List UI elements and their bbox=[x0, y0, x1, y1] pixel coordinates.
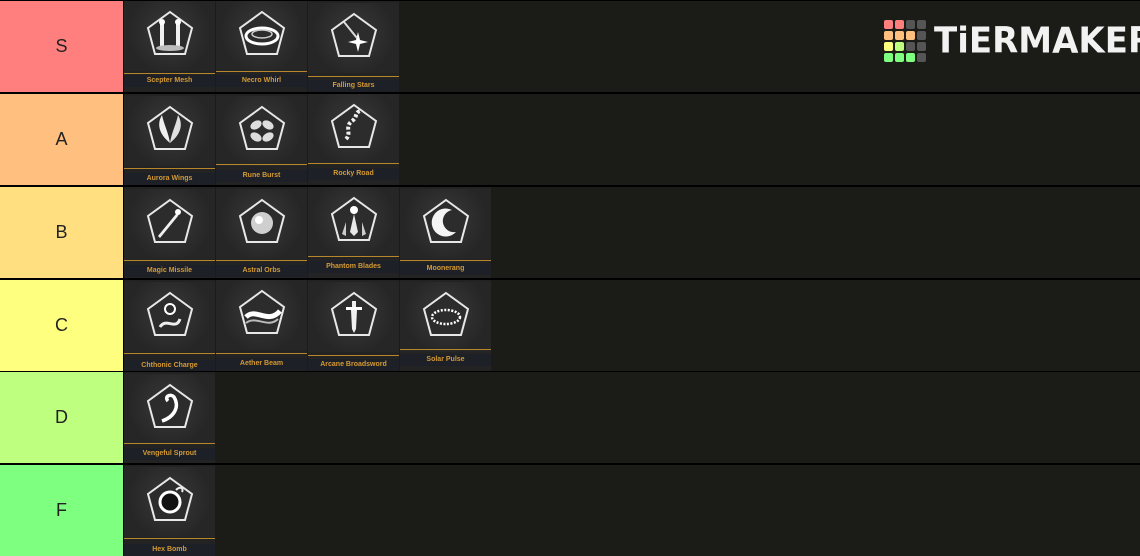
twin-scepters-icon bbox=[124, 1, 215, 71]
tier-label-s[interactable]: S bbox=[0, 1, 124, 92]
logo-grid-icon bbox=[884, 20, 926, 62]
logo-grid-cell bbox=[917, 53, 926, 62]
logo-grid-cell bbox=[884, 20, 893, 29]
item-caption: Falling Stars bbox=[308, 80, 399, 92]
rocky-trail-icon bbox=[308, 94, 399, 164]
logo-grid-cell bbox=[917, 20, 926, 29]
tier-item[interactable]: Aether Beam bbox=[216, 280, 307, 371]
item-caption: Phantom Blades bbox=[308, 261, 399, 273]
logo-grid-cell bbox=[884, 53, 893, 62]
logo-grid-cell bbox=[895, 20, 904, 29]
item-caption: Necro Whirl bbox=[216, 75, 307, 87]
tier-item[interactable]: Aurora Wings bbox=[124, 94, 215, 185]
logo-grid-cell bbox=[906, 53, 915, 62]
tier-item[interactable]: Rocky Road bbox=[308, 94, 399, 185]
tier-item[interactable]: Phantom Blades bbox=[308, 187, 399, 278]
item-caption: Scepter Mesh bbox=[124, 75, 215, 87]
tier-list: S Scepter Mesh Necro Whirl Falling Stars… bbox=[0, 0, 1140, 556]
tier-item[interactable]: Chthonic Charge bbox=[124, 280, 215, 371]
item-caption: Arcane Broadsword bbox=[308, 359, 399, 371]
item-caption: Chthonic Charge bbox=[124, 360, 215, 371]
tier-label-f[interactable]: F bbox=[0, 465, 124, 556]
item-caption: Vengeful Sprout bbox=[124, 448, 215, 460]
tier-item[interactable]: Astral Orbs bbox=[216, 187, 307, 278]
item-caption: Aurora Wings bbox=[124, 173, 215, 185]
wings-icon bbox=[124, 96, 215, 166]
tier-item[interactable]: Falling Stars bbox=[308, 1, 399, 92]
whirl-ring-icon bbox=[216, 1, 307, 71]
item-caption: Aether Beam bbox=[216, 358, 307, 370]
item-caption: Hex Bomb bbox=[124, 544, 215, 556]
rune-petals-icon bbox=[216, 96, 307, 166]
tier-item[interactable]: Hex Bomb bbox=[124, 465, 215, 556]
tiermaker-logo[interactable]: TiERMAKER bbox=[884, 20, 1140, 62]
logo-grid-cell bbox=[895, 53, 904, 62]
item-caption: Rocky Road bbox=[308, 168, 399, 180]
tier-label-a[interactable]: A bbox=[0, 94, 124, 185]
tier-item[interactable]: Necro Whirl bbox=[216, 1, 307, 92]
item-caption: Moonerang bbox=[400, 263, 491, 275]
tier-item[interactable]: Moonerang bbox=[400, 187, 491, 278]
tier-row-b: B Magic Missile Astral Orbs Phantom Blad… bbox=[0, 187, 1140, 278]
tier-items-c[interactable]: Chthonic Charge Aether Beam Arcane Broad… bbox=[124, 280, 1140, 371]
tier-items-b[interactable]: Magic Missile Astral Orbs Phantom Blades bbox=[124, 187, 1140, 278]
tier-item[interactable]: Vengeful Sprout bbox=[124, 372, 215, 463]
logo-grid-cell bbox=[906, 20, 915, 29]
orb-icon bbox=[216, 189, 307, 259]
tier-items-d[interactable]: Vengeful Sprout bbox=[124, 372, 1140, 463]
tier-row-d: D Vengeful Sprout bbox=[0, 372, 1140, 463]
tier-label-d[interactable]: D bbox=[0, 372, 124, 463]
item-caption: Astral Orbs bbox=[216, 265, 307, 277]
logo-grid-cell bbox=[917, 31, 926, 40]
item-caption: Rune Burst bbox=[216, 170, 307, 182]
tier-row-c: C Chthonic Charge Aether Beam Arcane Bro… bbox=[0, 280, 1140, 371]
logo-grid-cell bbox=[895, 42, 904, 51]
tier-label-c[interactable]: C bbox=[0, 280, 124, 371]
sprout-icon bbox=[124, 374, 215, 444]
falling-star-icon bbox=[308, 3, 399, 73]
beam-icon bbox=[216, 280, 307, 350]
tier-items-f[interactable]: Hex Bomb bbox=[124, 465, 1140, 556]
logo-grid-cell bbox=[895, 31, 904, 40]
logo-grid-cell bbox=[884, 31, 893, 40]
pulse-ring-icon bbox=[400, 282, 491, 352]
serpent-orb-icon bbox=[124, 282, 215, 352]
tier-item[interactable]: Arcane Broadsword bbox=[308, 280, 399, 371]
tier-item[interactable]: Solar Pulse bbox=[400, 280, 491, 371]
logo-grid-cell bbox=[906, 31, 915, 40]
tier-item[interactable]: Magic Missile bbox=[124, 187, 215, 278]
item-caption: Magic Missile bbox=[124, 265, 215, 277]
tier-items-a[interactable]: Aurora Wings Rune Burst Rocky Road bbox=[124, 94, 1140, 185]
item-caption: Solar Pulse bbox=[400, 354, 491, 366]
tier-item[interactable]: Scepter Mesh bbox=[124, 1, 215, 92]
logo-grid-cell bbox=[884, 42, 893, 51]
phantom-blades-icon bbox=[308, 187, 399, 257]
tier-label-b[interactable]: B bbox=[0, 187, 124, 278]
broadsword-icon bbox=[308, 282, 399, 352]
logo-text: TiERMAKER bbox=[934, 20, 1140, 62]
tier-row-a: A Aurora Wings Rune Burst Rocky Road bbox=[0, 94, 1140, 185]
logo-grid-cell bbox=[906, 42, 915, 51]
bomb-icon bbox=[124, 467, 215, 537]
logo-grid-cell bbox=[917, 42, 926, 51]
tier-row-f: F Hex Bomb bbox=[0, 465, 1140, 556]
tier-item[interactable]: Rune Burst bbox=[216, 94, 307, 185]
crescent-moon-icon bbox=[400, 189, 491, 259]
missile-icon bbox=[124, 189, 215, 259]
